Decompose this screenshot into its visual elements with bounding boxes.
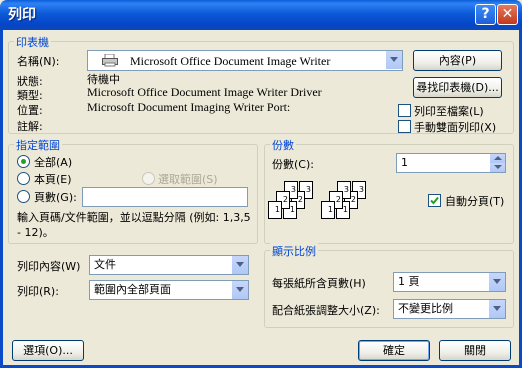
pages-per-sheet-label: 每張紙所含頁數(H) — [272, 277, 366, 290]
pages-radio[interactable] — [17, 190, 30, 203]
where-value: Microsoft Document Imaging Writer Port: — [87, 100, 291, 114]
copies-number-value: 1 — [401, 156, 408, 169]
current-page-label[interactable]: 本頁(E) — [34, 171, 72, 187]
printer-name-label: 名稱(N): — [17, 55, 60, 68]
close-button[interactable]: 關閉 — [439, 340, 511, 361]
print-label: 列印(R): — [17, 285, 59, 298]
properties-button[interactable]: 內容(P) — [413, 50, 502, 71]
zoom-group-title: 顯示比例 — [270, 243, 318, 259]
copies-spinner[interactable] — [489, 154, 505, 172]
page-range-group-title: 指定範圍 — [14, 137, 62, 153]
chevron-down-icon[interactable] — [231, 281, 248, 299]
window-title: 列印 — [8, 7, 36, 23]
comment-label: 註解: — [17, 120, 43, 133]
scale-select[interactable]: 不變更比例 — [393, 299, 506, 319]
print-select[interactable]: 範圍內全部頁面 — [89, 280, 249, 300]
manual-duplex-checkbox[interactable] — [398, 120, 411, 133]
chevron-down-icon[interactable] — [231, 256, 248, 274]
where-label: 位置: — [17, 104, 43, 117]
chevron-down-icon[interactable] — [385, 51, 402, 69]
pages-per-sheet-value: 1 頁 — [398, 275, 420, 288]
all-pages-label[interactable]: 全部(A) — [34, 154, 72, 170]
current-page-radio[interactable] — [17, 172, 30, 185]
printer-name-value: Microsoft Office Document Image Writer — [130, 54, 331, 68]
close-window-button[interactable]: ✕ — [497, 4, 518, 25]
spin-down-icon[interactable] — [489, 163, 505, 172]
print-to-file-label[interactable]: 列印至檔案(L) — [414, 103, 484, 119]
spin-up-icon[interactable] — [489, 154, 505, 163]
print-to-file-checkbox[interactable] — [398, 104, 411, 117]
scale-label: 配合紙張調整大小(Z): — [272, 304, 380, 317]
page-range-hint: 輸入頁碼/文件範圍，並以逗點分隔 (例如: 1,3,5 - 12)。 — [17, 211, 251, 239]
ok-button[interactable]: 確定 — [358, 340, 430, 361]
all-pages-radio[interactable] — [17, 155, 30, 168]
print-what-value: 文件 — [94, 258, 116, 271]
collate-label[interactable]: 自動分頁(T) — [445, 193, 504, 209]
print-value: 範圍內全部頁面 — [94, 283, 171, 296]
pages-per-sheet-select[interactable]: 1 頁 — [393, 272, 506, 292]
scale-value: 不變更比例 — [398, 302, 453, 315]
printer-name-select[interactable]: Microsoft Office Document Image Writer — [87, 50, 403, 71]
chevron-down-icon[interactable] — [488, 300, 505, 318]
copies-number-label: 份數(C): — [272, 158, 314, 171]
print-what-select[interactable]: 文件 — [89, 255, 249, 275]
print-what-label: 列印內容(W) — [17, 260, 81, 273]
copies-group-title: 份數 — [270, 137, 296, 153]
checkmark-icon — [430, 196, 439, 205]
options-button[interactable]: 選項(O)... — [12, 340, 84, 361]
find-printer-button[interactable]: 尋找印表機(D)... — [413, 77, 502, 98]
chevron-down-icon[interactable] — [488, 273, 505, 291]
printer-icon — [102, 53, 118, 67]
manual-duplex-label[interactable]: 手動雙面列印(X) — [414, 119, 496, 135]
selection-label: 選取範圍(S) — [158, 173, 218, 186]
printer-group-title: 印表機 — [14, 34, 51, 50]
help-button[interactable]: ? — [475, 4, 496, 25]
pages-input[interactable] — [82, 187, 248, 207]
selection-radio — [142, 172, 155, 185]
title-bar: 列印 ? ✕ — [0, 0, 522, 30]
pages-label[interactable]: 頁數(G): — [34, 189, 77, 205]
copies-number-input[interactable]: 1 — [396, 153, 506, 173]
type-value: Microsoft Office Document Image Writer D… — [87, 85, 322, 99]
type-label: 類型: — [17, 89, 43, 102]
collate-checkbox[interactable] — [428, 194, 441, 207]
